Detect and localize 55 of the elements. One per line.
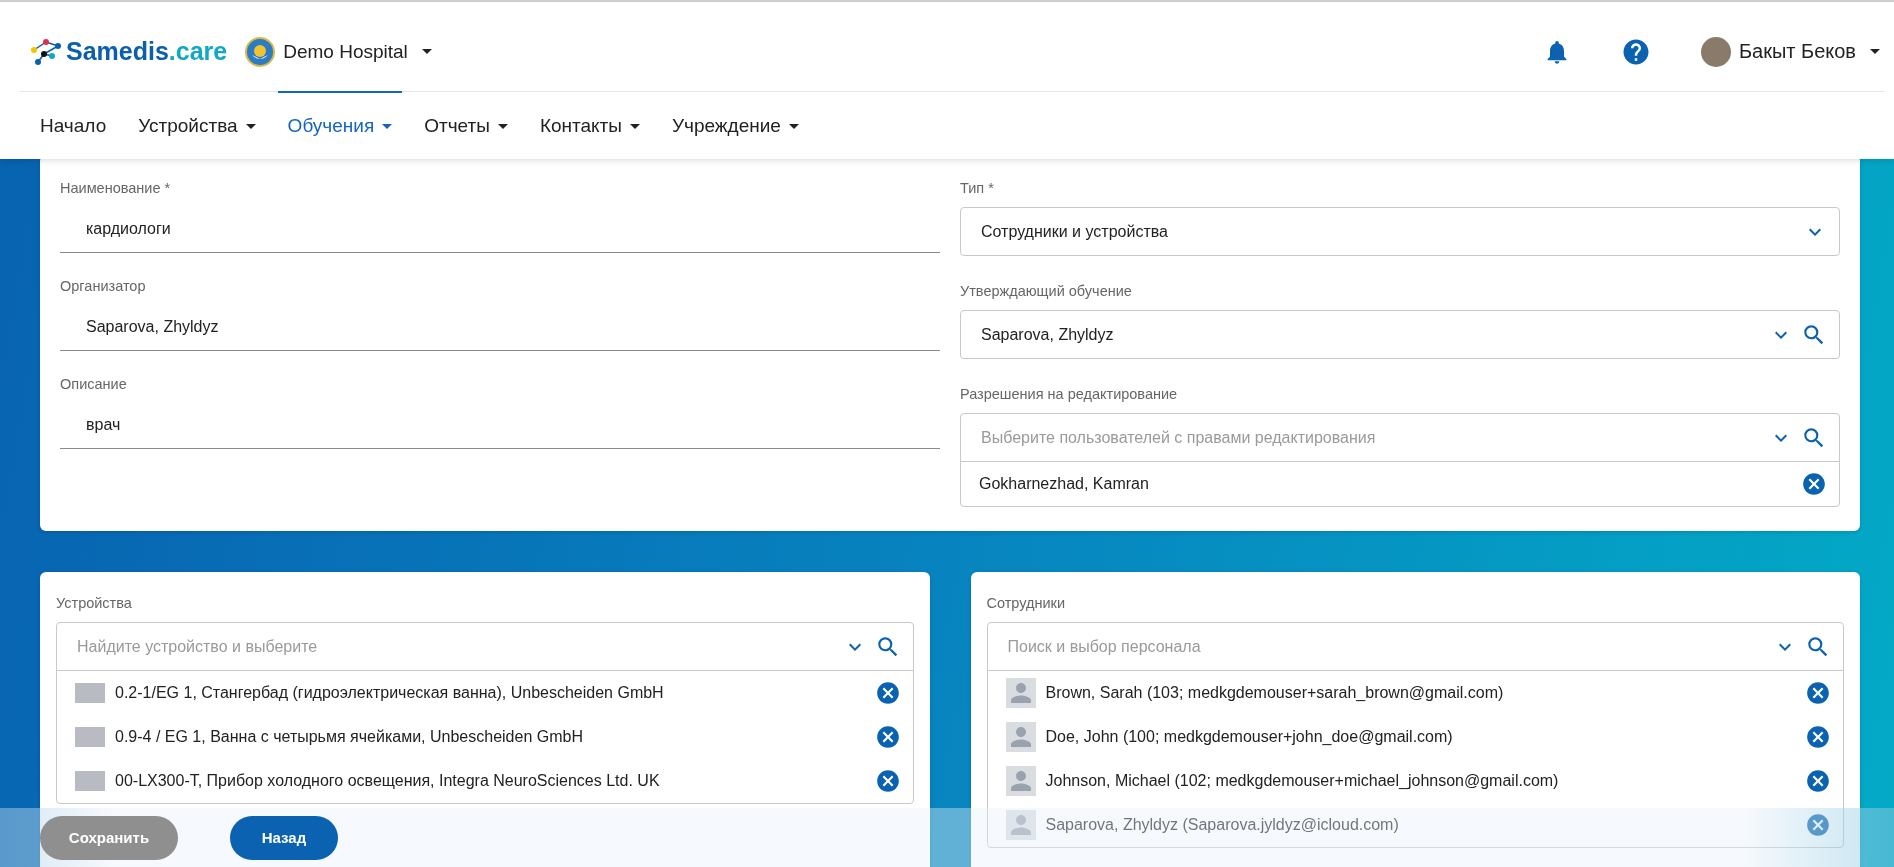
emblem-icon [245,36,276,67]
avatar-icon [1005,722,1036,752]
select-field[interactable]: Saparova, Zhyldyz [960,310,1840,359]
selected-item: Doe, John (100; medkgdemouser+john_doe@gmail.com) [1045,728,1454,746]
remove-icon[interactable] [1801,471,1827,497]
remove-icon[interactable] [1805,768,1831,794]
selected-item: Brown, Sarah (103; medkgdemouser+sarah_brown@gmail.com) [1045,684,1505,702]
select-field[interactable]: Сотрудники и устройства [960,207,1840,256]
input-field[interactable]: кардиологи [60,205,940,253]
field-label: Описание [60,375,128,393]
placeholder-text: Поиск и выбор персонала [1007,637,1202,656]
multi-select-field[interactable] [986,622,1844,848]
remove-icon[interactable] [1805,724,1831,750]
field-label: Сотрудники [986,594,1067,612]
avatar-placeholder [1700,36,1731,67]
placeholder-text: Найдите устройство и выберите [77,637,319,656]
selected-item: 00-LX300-T, Прибор холодного освещения, Integra NeuroSciences Ltd. UK [115,772,661,790]
nav-tab[interactable]: Учреждение [662,91,809,159]
caret-icon [421,49,432,54]
nav-tab[interactable]: Контакты [529,91,650,159]
multi-select-field[interactable]: Выберите пользователей с правами редактирования Gokharnezhad, Kamran [960,413,1840,507]
remove-icon[interactable] [874,724,901,750]
field-label: Наименование * [60,179,172,197]
logo-icon [30,37,62,66]
multi-select-field[interactable] [56,622,914,804]
selected-item: Gokharnezhad, Kamran [979,475,1150,493]
user-menu[interactable]: Бакыт Беков [1700,36,1880,67]
input-field[interactable]: врач [60,401,940,449]
remove-icon[interactable] [874,680,901,706]
logo-text: Samedis.care [66,37,228,66]
avatar-icon [1005,810,1036,840]
selected-item: Johnson, Michael (102; medkgdemouser+michael_johnson@gmail.com) [1045,772,1560,790]
selected-item: 0.9-4 / EG 1, Ванна с четырьмя ячейками, Unbescheiden GmbH [115,728,584,746]
field-label: Тип * [960,179,995,197]
remove-icon[interactable] [1805,680,1831,706]
photo-placeholder [75,771,105,791]
field-label: Утверждающий обучение [960,282,1133,300]
remove-icon[interactable] [874,768,901,794]
field-label: Разрешения на редактирование [960,385,1179,403]
field-label: Устройства [56,594,133,612]
photo-placeholder [75,727,105,747]
selected-item: Saparova, Zhyldyz (Saparova.jyldyz@icloud.com) [1045,816,1400,834]
avatar-icon [1005,766,1036,796]
nav-tab[interactable]: Устройства [128,91,266,159]
input-field[interactable]: Saparova, Zhyldyz [60,303,940,351]
placeholder-text: Выберите пользователей с правами редактирования [981,428,1377,447]
field-label: Организатор [60,277,147,295]
avatar-icon [1005,678,1036,708]
organization-dropdown[interactable]: Demo Hospital [245,36,432,67]
selected-item: 0.2-1/EG 1, Стангербад (гидроэлектрическая ванна), Unbescheiden GmbH [115,684,665,702]
nav-tab[interactable]: Начало [30,91,117,159]
nav-tab[interactable]: Отчеты [414,91,518,159]
caret-icon [1870,49,1880,54]
photo-placeholder [75,683,105,703]
remove-icon[interactable] [1805,812,1831,838]
